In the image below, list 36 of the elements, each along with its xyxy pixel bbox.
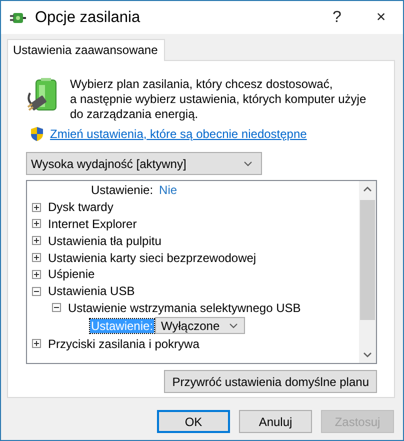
plan-dropdown[interactable]: Wysoka wydajność [aktywny]: [26, 152, 262, 175]
setting-label[interactable]: Ustawienie:: [90, 183, 154, 198]
tree-item[interactable]: Ustawienia USB: [47, 284, 136, 298]
tree-item[interactable]: Internet Explorer: [47, 216, 138, 231]
description-text: do zarządzania energią.: [70, 107, 200, 122]
setting-value[interactable]: Nie: [159, 183, 178, 198]
help-button[interactable]: ?: [315, 8, 359, 26]
tree-item[interactable]: Dysk twardy: [47, 200, 114, 214]
scroll-thumb[interactable]: [360, 200, 375, 320]
collapse-icon[interactable]: [52, 303, 61, 312]
description-text: Wybierz plan zasilania, który chcesz dostosować,: [70, 77, 334, 92]
change-settings-link[interactable]: Zmień ustawienia, które są obecnie niedostępne: [50, 127, 307, 141]
tree-item[interactable]: Ustawienie wstrzymania selektywnego USB: [67, 300, 302, 315]
dialog-button[interactable]: OK: [157, 410, 230, 433]
description-text: a następnie wybierz ustawienia, których komputer użyje: [70, 92, 366, 107]
tree-item[interactable]: Ustawienia karty sieci bezprzewodowej: [47, 250, 258, 265]
chevron-down-icon: [243, 160, 253, 166]
close-button[interactable]: ×: [359, 8, 403, 26]
expand-icon[interactable]: [32, 202, 41, 212]
collapse-icon[interactable]: [32, 286, 41, 296]
expand-icon[interactable]: [32, 339, 41, 348]
expand-icon[interactable]: [32, 236, 41, 246]
restore-defaults-button[interactable]: Przywróć ustawienia domyślne planu: [164, 370, 377, 393]
expand-icon[interactable]: [32, 253, 41, 262]
expand-icon[interactable]: [32, 219, 41, 228]
tree-item[interactable]: Przyciski zasilania i pokrywa: [47, 336, 200, 351]
window-title: Opcje zasilania: [35, 8, 142, 26]
tree-item[interactable]: Ustawienia tła pulpitu: [47, 234, 162, 248]
tree-item[interactable]: Uśpienie: [47, 267, 96, 282]
expand-icon[interactable]: [32, 270, 41, 279]
scrollbar[interactable]: [359, 181, 376, 363]
shield-icon: [30, 126, 44, 142]
tab[interactable]: Ustawienia zaawansowane: [7, 39, 165, 61]
setting-dropdown[interactable]: Wyłączone: [155, 317, 245, 334]
chevron-down-icon: [228, 322, 238, 329]
dialog-button[interactable]: Anuluj: [239, 410, 312, 433]
